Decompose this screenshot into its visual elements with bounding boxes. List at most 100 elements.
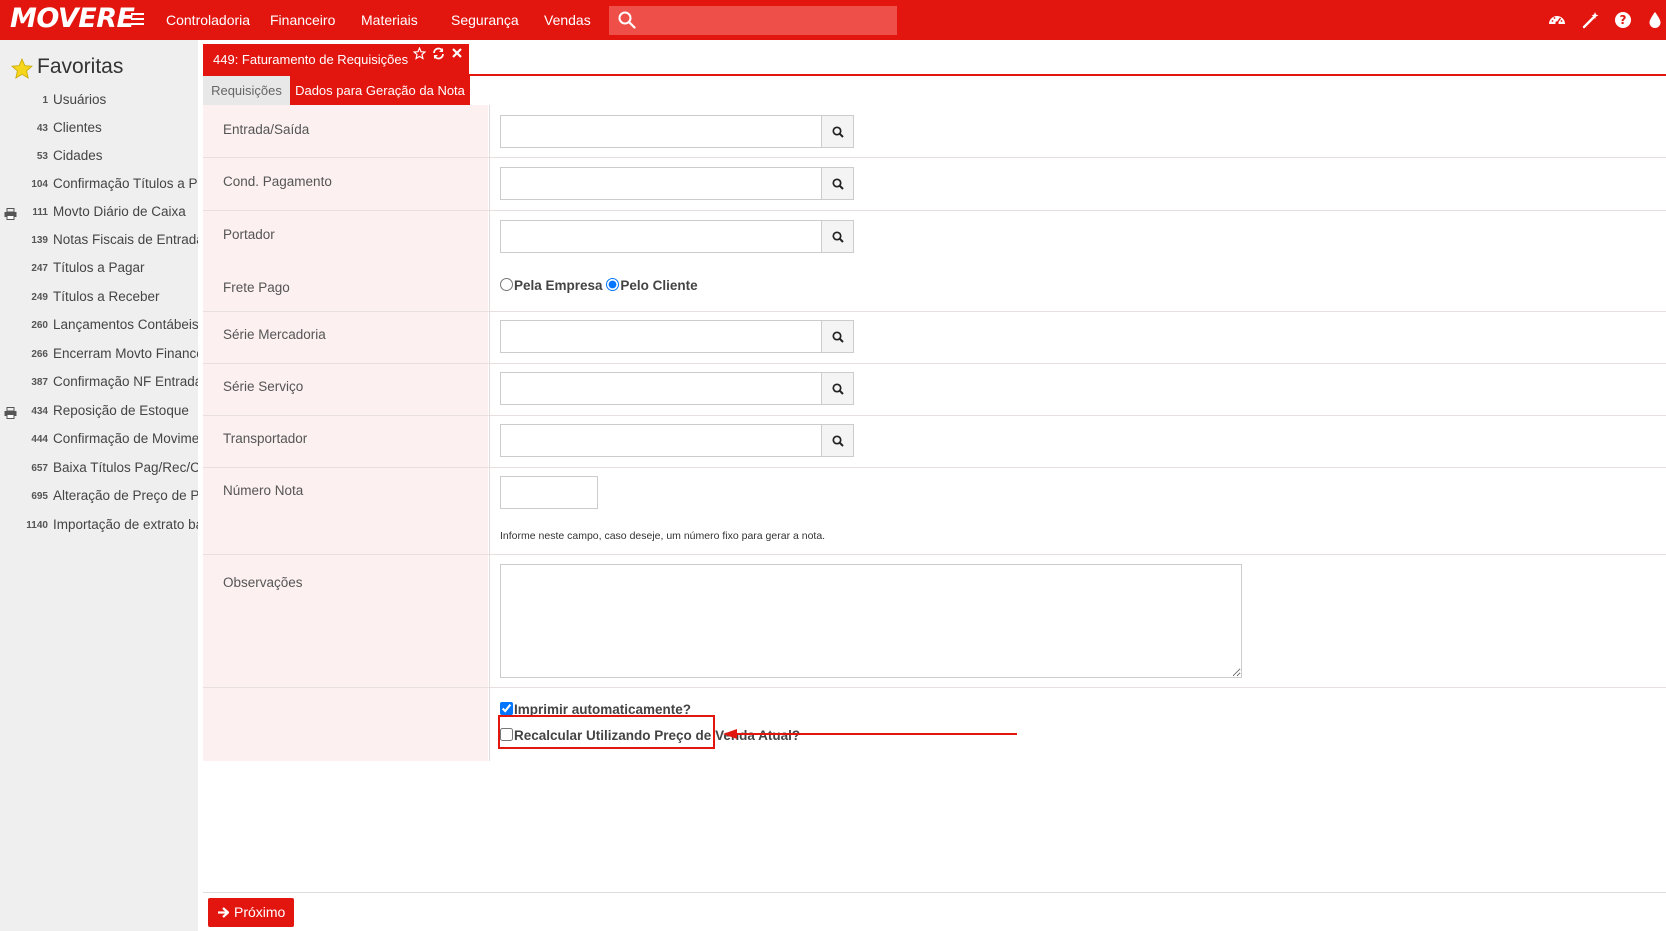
frete-pela-empresa-option[interactable]: Pela Empresa: [500, 278, 603, 293]
favorite-item-number: 695: [31, 491, 48, 502]
favorites-title: Favoritas: [37, 55, 124, 78]
entrada-saida-input[interactable]: [500, 115, 822, 148]
nav-controladoria[interactable]: Controladoria: [166, 12, 250, 28]
portador-input[interactable]: [500, 220, 822, 253]
favorite-item-label: Encerram Movto Finance: [53, 346, 198, 361]
favorite-item-number: 1140: [26, 520, 48, 531]
favorite-item-usuarios[interactable]: 1 Usuários: [0, 91, 198, 113]
search-icon: [832, 435, 844, 447]
favorite-item-alteracao-preco[interactable]: 695 Alteração de Preço de Pe: [0, 487, 198, 509]
numero-nota-input[interactable]: [500, 476, 598, 509]
svg-text:?: ?: [1620, 13, 1627, 27]
row-serie-mercadoria: Série Mercadoria: [203, 312, 1666, 364]
favorite-item-label: Baixa Títulos Pag/Rec/Ch: [53, 460, 198, 475]
hamburger-menu-icon[interactable]: [131, 13, 144, 25]
print-icon[interactable]: [4, 208, 17, 220]
nav-financeiro[interactable]: Financeiro: [270, 12, 335, 28]
favorite-item-encerram-movto[interactable]: 266 Encerram Movto Finance: [0, 345, 198, 367]
label-observacoes: Observações: [223, 575, 303, 590]
favorite-item-titulos-a-pagar[interactable]: 247 Títulos a Pagar: [0, 259, 198, 281]
serie-mercadoria-input[interactable]: [500, 320, 822, 353]
cond-pagamento-input[interactable]: [500, 167, 822, 200]
document-tab[interactable]: 449: Faturamento de Requisições: [203, 44, 469, 76]
print-icon[interactable]: [4, 407, 17, 419]
favorite-star-icon[interactable]: [413, 47, 426, 60]
row-serie-servico: Série Serviço: [203, 364, 1666, 416]
global-search-input[interactable]: [643, 9, 891, 31]
global-search[interactable]: [609, 6, 897, 35]
row-portador-frete: Portador Frete Pago Pela Empresa Pelo Cl…: [203, 211, 1666, 312]
cond-pagamento-search-button[interactable]: [821, 167, 854, 200]
favorite-item-label: Lançamentos Contábeis: [53, 317, 198, 332]
favorite-item-label: Títulos a Receber: [53, 289, 160, 304]
numero-nota-hint: Informe neste campo, caso deseje, um núm…: [500, 530, 826, 542]
next-button-label: Próximo: [234, 904, 286, 920]
annotation-arrow-icon: [723, 729, 1017, 739]
search-icon: [832, 383, 844, 395]
help-icon[interactable]: ?: [1614, 11, 1632, 29]
favorite-item-confirmacao-movimento[interactable]: 444 Confirmação de Movimer: [0, 430, 198, 452]
favorite-item-importacao-extrato[interactable]: 1140 Importação de extrato ba: [0, 516, 198, 538]
favorite-item-confirmacao-nf-entrada[interactable]: 387 Confirmação NF Entrada: [0, 373, 198, 395]
transportador-input[interactable]: [500, 424, 822, 457]
row-observacoes: Observações: [203, 555, 1666, 688]
magic-wand-icon[interactable]: [1582, 11, 1600, 29]
row-options: Imprimir automaticamente? Recalcular Uti…: [203, 688, 1666, 761]
favorite-item-label: Confirmação Títulos a Pa: [53, 176, 198, 191]
transportador-search-button[interactable]: [821, 424, 854, 457]
serie-servico-input[interactable]: [500, 372, 822, 405]
frete-pago-options: Pela Empresa Pelo Cliente: [500, 278, 698, 293]
theme-drop-icon[interactable]: [1646, 11, 1664, 29]
frete-pelo-cliente-label: Pelo Cliente: [620, 278, 698, 293]
favorite-item-cidades[interactable]: 53 Cidades: [0, 147, 198, 169]
favorite-item-label: Cidades: [53, 148, 103, 163]
nav-seguranca[interactable]: Segurança: [451, 12, 519, 28]
nav-vendas[interactable]: Vendas: [544, 12, 591, 28]
portador-search-button[interactable]: [821, 220, 854, 253]
frete-pela-empresa-radio[interactable]: [500, 278, 513, 291]
dashboard-icon[interactable]: [1548, 11, 1566, 29]
favorite-item-movto-diario-caixa[interactable]: 111 Movto Diário de Caixa: [0, 203, 198, 225]
search-icon: [832, 178, 844, 190]
row-cond-pagamento: Cond. Pagamento: [203, 158, 1666, 211]
serie-mercadoria-search-button[interactable]: [821, 320, 854, 353]
favorite-item-number: 139: [31, 235, 48, 246]
row-entrada-saida: Entrada/Saída: [203, 105, 1666, 158]
favorite-item-titulos-a-receber[interactable]: 249 Títulos a Receber: [0, 288, 198, 310]
favorite-item-number: 53: [36, 151, 48, 162]
tab-requisicoes[interactable]: Requisições: [203, 76, 290, 105]
favorite-item-reposicao-estoque[interactable]: 434 Reposição de Estoque: [0, 402, 198, 424]
favorite-item-label: Títulos a Pagar: [53, 260, 145, 275]
close-icon[interactable]: [451, 47, 463, 59]
observacoes-textarea[interactable]: [500, 564, 1242, 678]
frete-pelo-cliente-option[interactable]: Pelo Cliente: [606, 278, 698, 293]
imprimir-automaticamente-checkbox[interactable]: [500, 702, 513, 715]
label-transportador: Transportador: [223, 431, 308, 446]
favorite-item-clientes[interactable]: 43 Clientes: [0, 119, 198, 141]
frete-pelo-cliente-radio[interactable]: [606, 278, 620, 291]
row-numero-nota: Número Nota Informe neste campo, caso de…: [203, 468, 1666, 555]
label-serie-servico: Série Serviço: [223, 379, 304, 394]
favorite-item-number: 657: [31, 463, 48, 474]
refresh-icon[interactable]: [432, 47, 445, 60]
favorite-item-label: Confirmação de Movimer: [53, 431, 198, 446]
entrada-saida-search-button[interactable]: [821, 115, 854, 148]
favorites-sidebar: Favoritas 1 Usuários 43 Clientes 53 Cidades…: [0, 40, 198, 931]
favorite-item-label: Notas Fiscais de Entrada: [53, 232, 198, 247]
favorite-item-number: 249: [31, 292, 48, 303]
app-logo[interactable]: MOVERE: [10, 3, 135, 34]
favorite-item-baixa-titulos[interactable]: 657 Baixa Títulos Pag/Rec/Ch: [0, 459, 198, 481]
favorite-item-number: 43: [36, 123, 48, 134]
label-serie-mercadoria: Série Mercadoria: [223, 327, 326, 342]
star-icon: [11, 58, 33, 79]
footer-divider: [203, 892, 1666, 893]
nav-materiais[interactable]: Materiais: [361, 12, 418, 28]
next-button[interactable]: Próximo: [208, 898, 294, 927]
serie-servico-search-button[interactable]: [821, 372, 854, 405]
search-icon: [618, 11, 636, 29]
favorite-item-label: Alteração de Preço de Pe: [53, 488, 198, 503]
favorite-item-confirmacao-titulos[interactable]: 104 Confirmação Títulos a Pa: [0, 175, 198, 197]
favorite-item-lancamentos-contabeis[interactable]: 260 Lançamentos Contábeis: [0, 316, 198, 338]
favorite-item-notas-fiscais-entrada[interactable]: 139 Notas Fiscais de Entrada: [0, 231, 198, 253]
tab-dados-geracao-nota[interactable]: Dados para Geração da Nota: [290, 76, 470, 105]
